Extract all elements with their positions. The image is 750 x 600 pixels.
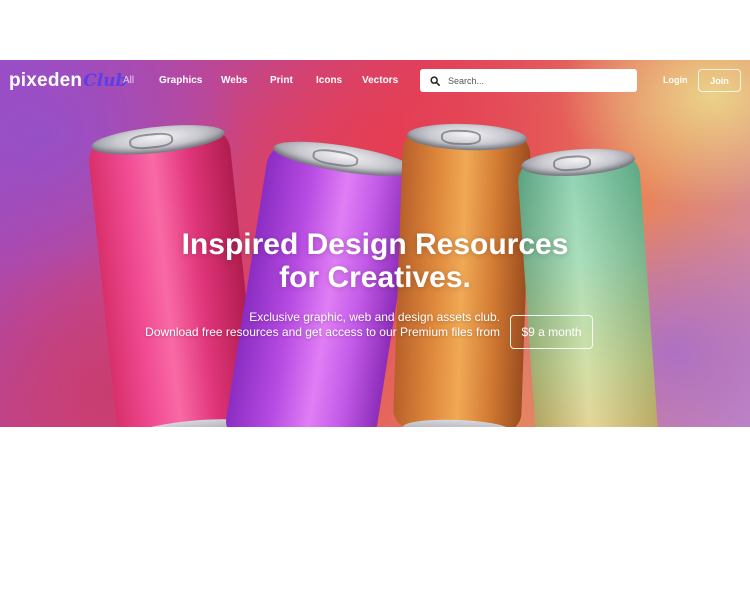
pricing-button[interactable]: $9 a month [510,315,593,349]
hero-subtitle: Exclusive graphic, web and design assets… [110,310,500,340]
nav-vectors[interactable]: Vectors [362,75,398,86]
site-logo[interactable]: pixeden Club [9,70,127,94]
nav-graphics[interactable]: Graphics [159,75,202,86]
search-box[interactable] [420,69,637,92]
search-icon [430,75,440,86]
search-input[interactable] [448,75,628,86]
logo-club-script: Club [83,71,128,91]
hero-subtitle-line-1: Exclusive graphic, web and design assets… [249,310,500,324]
hero-title-line-2: for Creatives. [279,261,471,294]
hero-title: Inspired Design Resources for Creatives. [0,228,750,294]
hero-title-line-1: Inspired Design Resources [181,228,569,261]
nav-all[interactable]: All [123,75,134,86]
logo-wordmark: pixeden [9,70,83,91]
nav-webs[interactable]: Webs [221,75,248,86]
nav-print[interactable]: Print [270,75,293,86]
nav-icons[interactable]: Icons [316,75,342,86]
login-link[interactable]: Login [663,75,688,85]
hero-subtitle-line-2: Download free resources and get access t… [145,325,500,339]
join-button[interactable]: Join [698,69,741,92]
